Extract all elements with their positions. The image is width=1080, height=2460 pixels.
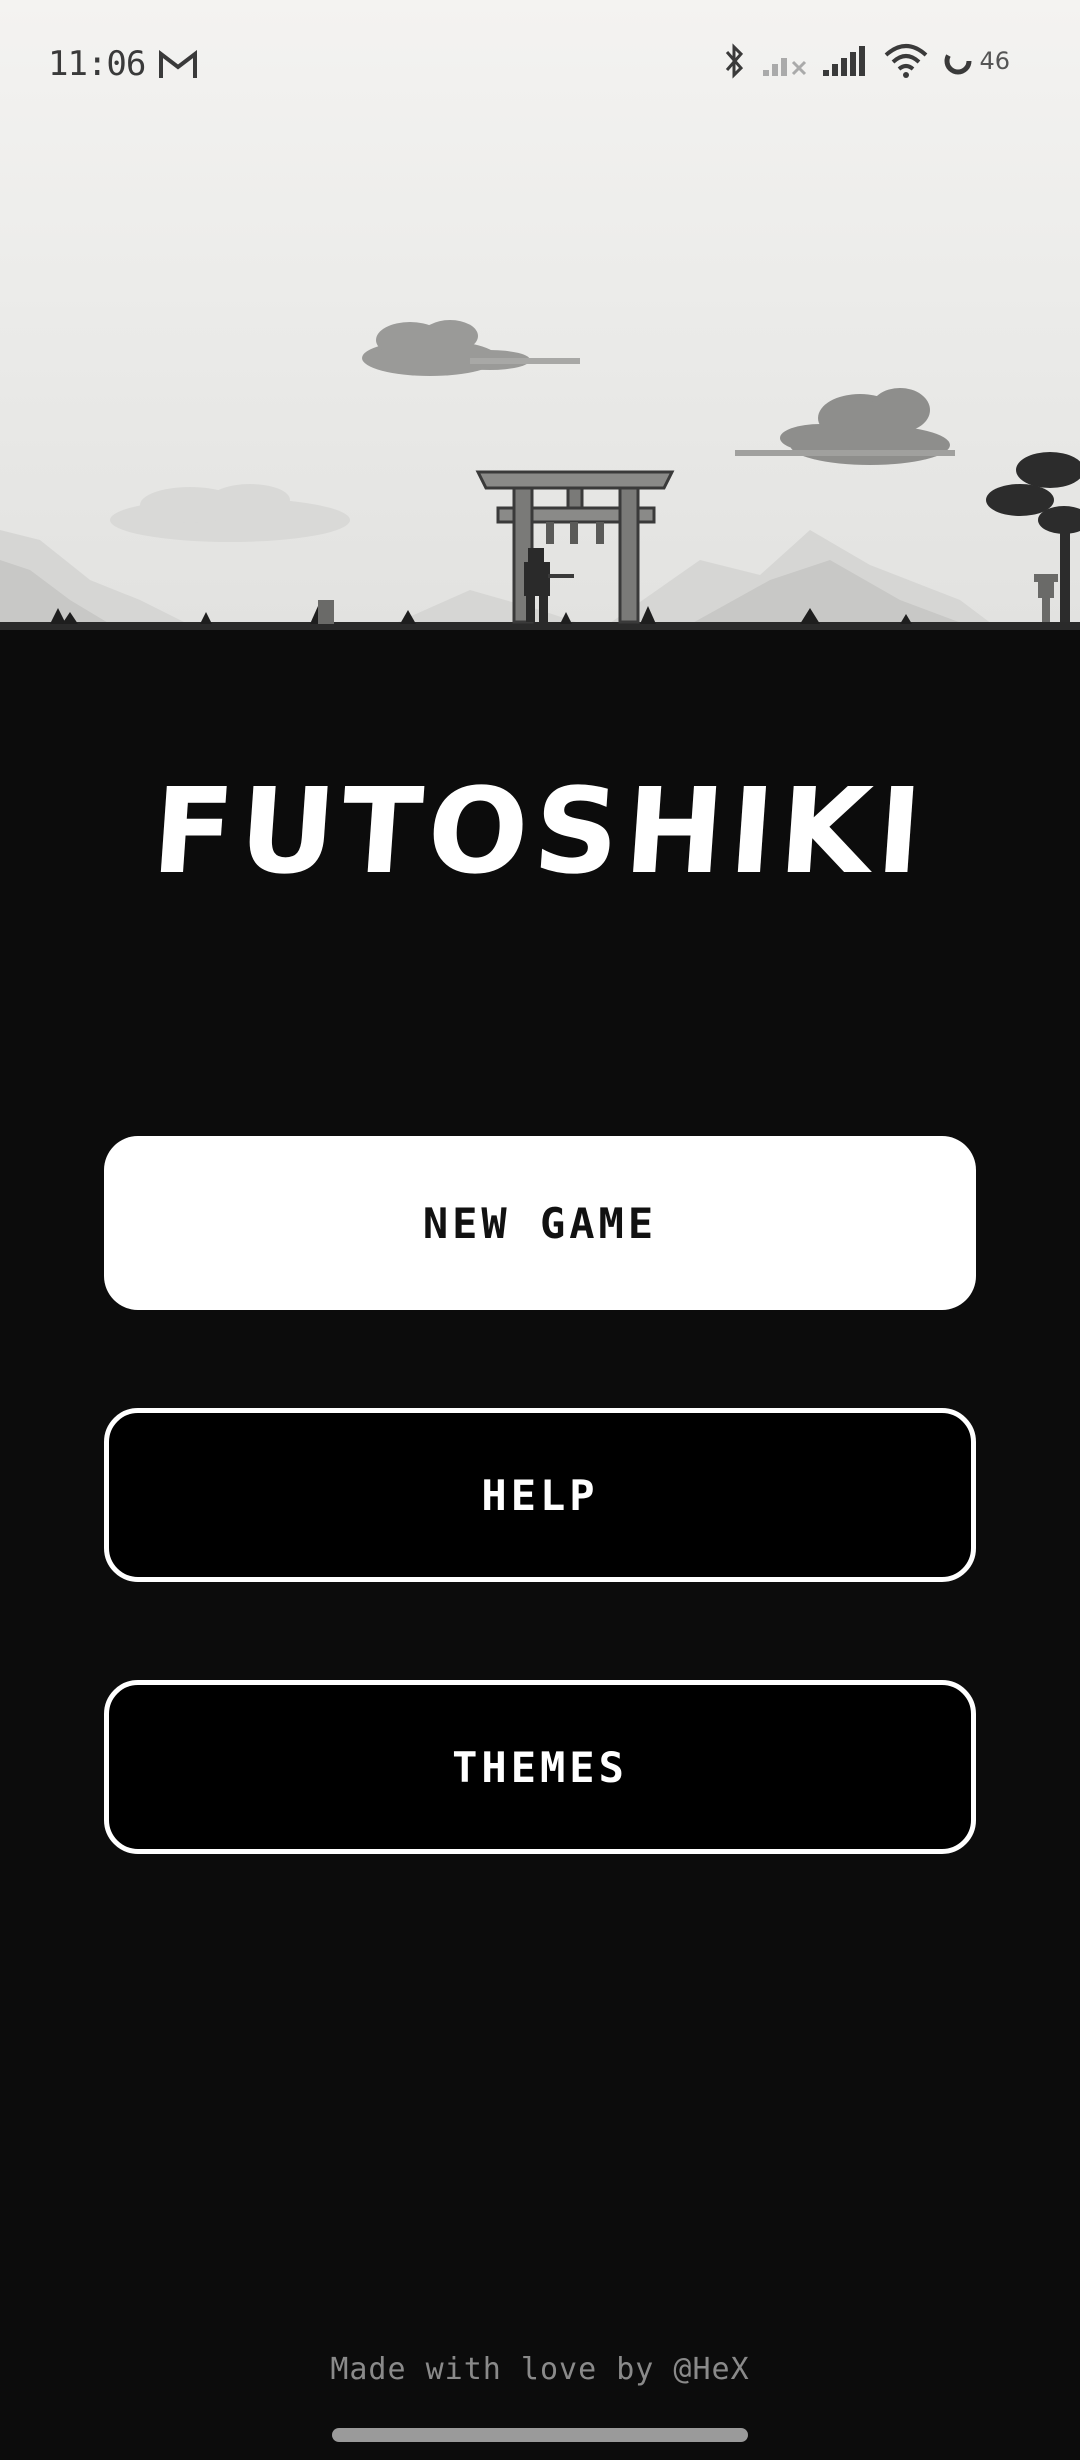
- new-game-button[interactable]: NEW GAME: [104, 1136, 976, 1310]
- wifi-icon: [885, 44, 928, 78]
- help-label: HELP: [481, 1470, 599, 1520]
- stone-statue: [318, 600, 334, 624]
- new-game-label: NEW GAME: [422, 1198, 658, 1248]
- signal-off-icon: [763, 58, 807, 76]
- footer-credit: Made with love by @HeX: [330, 2352, 750, 2387]
- gmail-icon: [159, 50, 197, 78]
- themes-button[interactable]: THEMES: [104, 1680, 976, 1854]
- battery-level: 46: [979, 47, 1010, 75]
- status-icons: 46: [723, 42, 1010, 80]
- help-button[interactable]: HELP: [104, 1408, 976, 1582]
- battery-icon: [944, 47, 972, 75]
- status-time: 11:06: [48, 44, 146, 84]
- status-bar: 11:06 46: [0, 0, 1080, 140]
- bluetooth-icon: [726, 43, 744, 79]
- themes-label: THEMES: [452, 1742, 628, 1792]
- game-title: FUTOSHIKI: [148, 762, 932, 900]
- home-indicator[interactable]: [332, 2428, 748, 2442]
- main-menu-screen: 11:06 46 FUTOSHIKI NEW GAME HELP THEMES …: [0, 0, 1080, 2460]
- signal-icon: [823, 46, 866, 76]
